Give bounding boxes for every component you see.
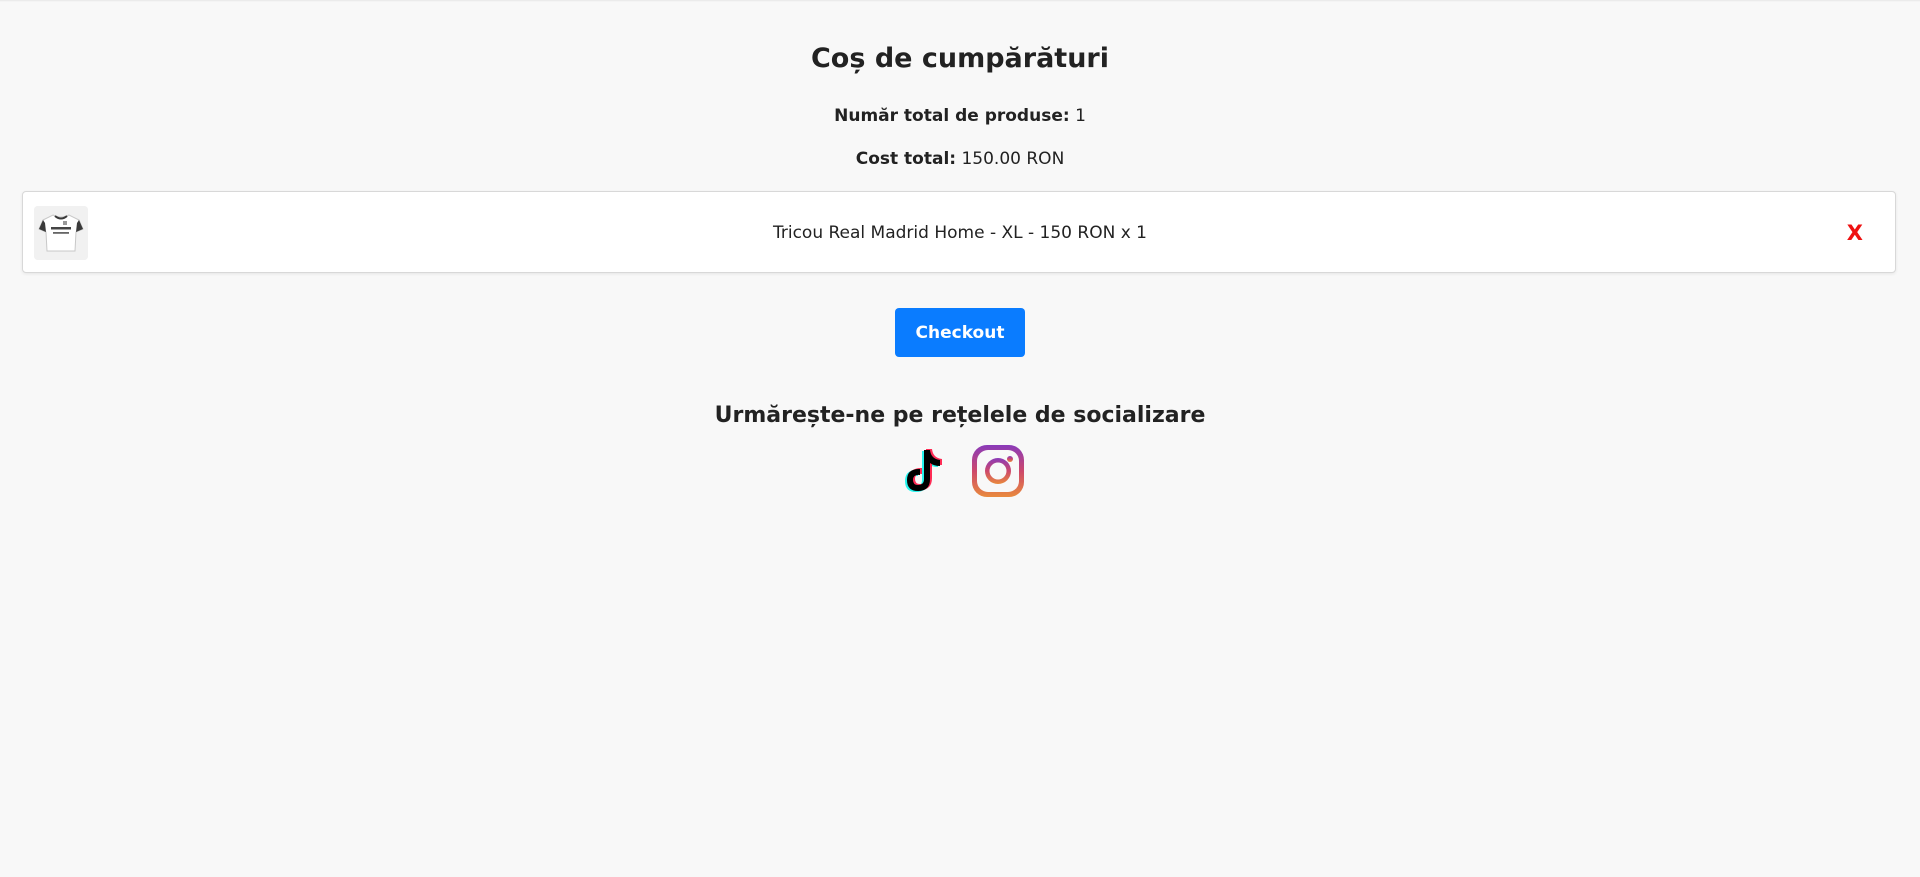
cart-page: Coș de cumpărături Număr total de produs… xyxy=(0,0,1920,877)
total-cost-label: Cost total: xyxy=(855,149,957,169)
total-products-label: Număr total de produse: xyxy=(834,106,1070,126)
top-divider xyxy=(0,0,1920,2)
tiktok-link[interactable] xyxy=(893,443,949,499)
tiktok-icon xyxy=(905,449,942,492)
total-cost-summary: Cost total: 150.00 RON xyxy=(0,149,1920,169)
cart-item-description: Tricou Real Madrid Home - XL - 150 RON x… xyxy=(772,223,1147,243)
total-cost-value: 150.00 RON xyxy=(961,149,1065,169)
instagram-link[interactable] xyxy=(970,443,1026,499)
social-section-title: Urmărește-ne pe rețelele de socializare xyxy=(714,403,1206,428)
cart-item: Tricou Real Madrid Home - XL - 150 RON x… xyxy=(22,191,1896,273)
checkout-button[interactable]: Checkout xyxy=(895,308,1025,357)
instagram-icon xyxy=(972,445,1024,497)
total-products-value: 1 xyxy=(1075,106,1086,126)
social-links xyxy=(893,443,1033,503)
total-products-summary: Număr total de produse: 1 xyxy=(0,106,1920,126)
page-title: Coș de cumpărături xyxy=(810,43,1109,74)
remove-item-button[interactable]: X xyxy=(1847,192,1863,274)
